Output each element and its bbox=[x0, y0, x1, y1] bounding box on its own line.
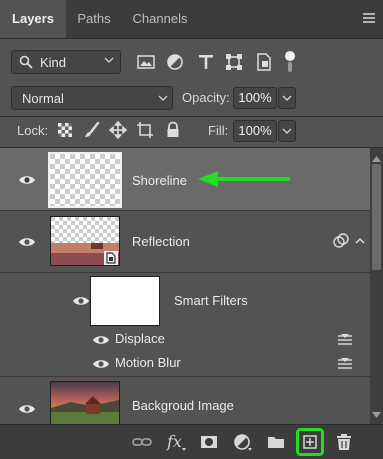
filter-mask-thumbnail[interactable] bbox=[90, 276, 160, 326]
visibility-eye-icon[interactable] bbox=[92, 334, 110, 346]
type-filter-icon[interactable] bbox=[196, 52, 216, 72]
chevron-down-icon bbox=[158, 93, 168, 106]
collapse-chevron-icon[interactable] bbox=[354, 235, 366, 247]
new-layer-icon[interactable] bbox=[296, 428, 324, 456]
filter-row-displace[interactable]: Displace bbox=[0, 328, 370, 352]
fill-input[interactable]: 100% bbox=[233, 120, 277, 142]
lock-label: Lock: bbox=[17, 123, 49, 138]
opacity-label: Opacity: bbox=[182, 90, 230, 105]
opacity-input[interactable]: 100% bbox=[233, 87, 277, 109]
filter-kind-label: Kind bbox=[40, 55, 67, 70]
blend-mode-value: Normal bbox=[22, 91, 64, 106]
pixel-filter-icon[interactable] bbox=[136, 52, 156, 72]
lock-image-pixels-icon[interactable] bbox=[83, 121, 101, 139]
filter-toggle-icon[interactable] bbox=[284, 50, 296, 74]
fx-icon[interactable]: fx bbox=[164, 431, 188, 453]
visibility-eye-icon[interactable] bbox=[18, 236, 36, 248]
adjustment-layer-icon[interactable] bbox=[232, 431, 254, 453]
opacity-dropdown-button[interactable] bbox=[278, 87, 296, 109]
layers-bottom-toolbar: fx bbox=[0, 424, 383, 459]
filter-kind-select[interactable]: Kind bbox=[11, 50, 121, 74]
search-icon bbox=[19, 55, 33, 69]
adjustment-filter-icon[interactable] bbox=[165, 52, 185, 72]
divider bbox=[0, 116, 383, 117]
new-group-icon[interactable] bbox=[265, 431, 287, 453]
lock-artboard-icon[interactable] bbox=[136, 121, 154, 139]
shape-filter-icon[interactable] bbox=[224, 52, 244, 72]
filter-blending-options-icon[interactable] bbox=[337, 333, 353, 347]
visibility-eye-icon[interactable] bbox=[72, 295, 90, 307]
scroll-thumb[interactable] bbox=[372, 164, 381, 270]
panel-tab-bar: Layers Paths Channels bbox=[0, 0, 383, 39]
blend-mode-select[interactable]: Normal bbox=[11, 86, 173, 110]
tab-channels[interactable]: Channels bbox=[122, 0, 198, 38]
tab-paths[interactable]: Paths bbox=[66, 0, 122, 38]
lock-transparent-pixels-icon[interactable] bbox=[56, 121, 74, 139]
lock-position-icon[interactable] bbox=[108, 120, 128, 140]
filter-row-motion-blur[interactable]: Motion Blur bbox=[0, 352, 370, 377]
layer-name[interactable]: Reflection bbox=[132, 234, 190, 249]
filter-name[interactable]: Displace bbox=[115, 331, 165, 346]
visibility-eye-icon[interactable] bbox=[18, 174, 36, 186]
smart-filters-label: Smart Filters bbox=[174, 293, 248, 308]
smart-object-badge-icon bbox=[104, 251, 118, 265]
filter-name[interactable]: Motion Blur bbox=[115, 355, 181, 370]
scroll-up-icon[interactable] bbox=[371, 152, 382, 162]
layer-row-reflection[interactable]: Reflection bbox=[0, 211, 370, 273]
chevron-down-icon bbox=[104, 55, 114, 68]
arrow-annotation-icon bbox=[196, 170, 292, 188]
fill-dropdown-button[interactable] bbox=[278, 120, 296, 142]
layer-name[interactable]: Backgroud Image bbox=[132, 398, 234, 413]
lock-all-icon[interactable] bbox=[164, 121, 182, 139]
scroll-down-icon[interactable] bbox=[371, 408, 382, 418]
link-layers-icon[interactable] bbox=[131, 431, 153, 453]
smart-object-filter-icon[interactable] bbox=[254, 52, 274, 72]
layer-thumbnail bbox=[48, 152, 122, 208]
delete-icon[interactable] bbox=[333, 431, 355, 453]
layer-row-background[interactable]: Backgroud Image bbox=[0, 377, 370, 425]
layer-thumbnail bbox=[50, 381, 120, 425]
layers-scrollbar[interactable] bbox=[370, 148, 383, 424]
tab-layers[interactable]: Layers bbox=[0, 0, 66, 38]
filter-blending-options-icon[interactable] bbox=[337, 357, 353, 371]
smart-filter-indicator-icon bbox=[333, 233, 349, 249]
smart-filters-row[interactable]: Smart Filters bbox=[0, 273, 370, 328]
layers-list: Shoreline Reflection Smart Filters Displ… bbox=[0, 148, 370, 425]
add-mask-icon[interactable] bbox=[198, 431, 220, 453]
layer-row-shoreline[interactable]: Shoreline bbox=[0, 148, 370, 211]
panel-menu-icon[interactable] bbox=[359, 8, 379, 28]
visibility-eye-icon[interactable] bbox=[18, 403, 36, 415]
fill-label: Fill: bbox=[208, 123, 229, 138]
visibility-eye-icon[interactable] bbox=[92, 358, 110, 370]
layer-name[interactable]: Shoreline bbox=[132, 173, 187, 188]
